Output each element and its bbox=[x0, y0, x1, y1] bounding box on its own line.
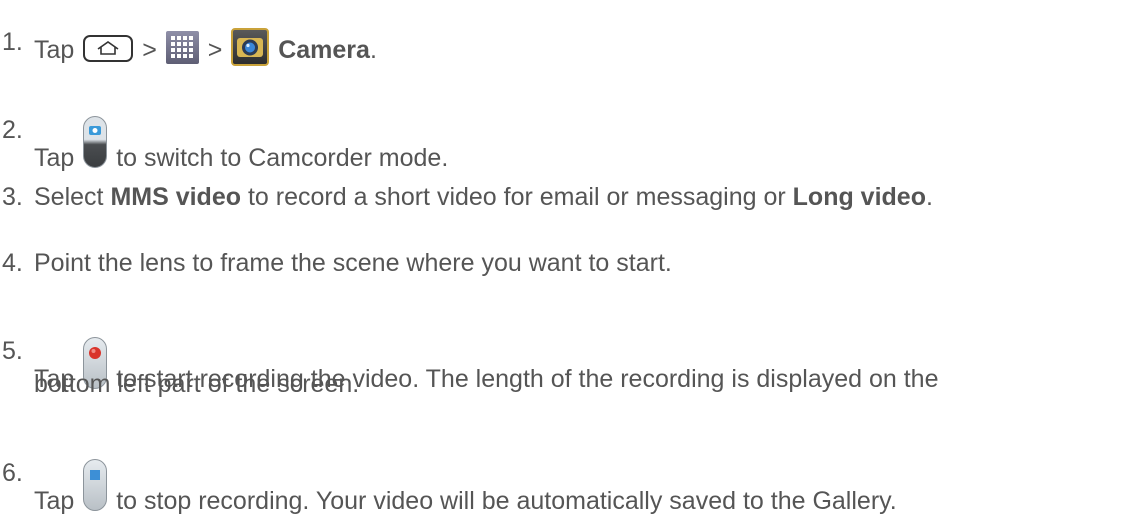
step-number: 5. bbox=[2, 337, 23, 365]
separator: > bbox=[135, 36, 164, 64]
home-key-icon bbox=[83, 35, 134, 62]
camera-app-icon bbox=[231, 28, 270, 66]
step-text-post: to stop recording. Your video will be au… bbox=[109, 487, 897, 515]
step-number: 3. bbox=[2, 183, 23, 211]
step-number: 6. bbox=[2, 459, 23, 487]
step-text-line2: bottom left part of the screen. bbox=[34, 370, 360, 398]
step-text-post: . bbox=[925, 183, 933, 211]
long-video-label: Long video bbox=[792, 183, 926, 211]
step-text: Tap to stop recording. Your video will b… bbox=[34, 459, 897, 516]
step-text-pre: Tap bbox=[34, 487, 82, 515]
camera-label: Camera bbox=[278, 36, 370, 64]
step-text-pre: Select bbox=[34, 183, 111, 211]
camcorder-switch-icon bbox=[83, 116, 108, 168]
step-text: Tap > > Camera. bbox=[34, 28, 377, 66]
step-text-pre: Tap bbox=[34, 144, 82, 172]
step-text: Select MMS video to record a short video… bbox=[34, 183, 933, 212]
step-text: Tap to switch to Camcorder mode. bbox=[34, 116, 448, 173]
step-text-post: to switch to Camcorder mode. bbox=[109, 144, 449, 172]
stop-button-icon bbox=[83, 459, 108, 511]
step-number: 2. bbox=[2, 116, 23, 144]
separator: > bbox=[200, 36, 230, 64]
step-number: 4. bbox=[2, 249, 23, 277]
step-number: 1. bbox=[2, 28, 23, 56]
step-text-mid: to record a short video for email or mes… bbox=[241, 183, 793, 211]
step-text-post: . bbox=[369, 36, 377, 64]
step-text-pre: Tap bbox=[34, 36, 82, 64]
apps-grid-icon bbox=[165, 31, 199, 64]
mms-video-label: MMS video bbox=[110, 183, 242, 211]
step-text: Point the lens to frame the scene where … bbox=[34, 249, 672, 277]
